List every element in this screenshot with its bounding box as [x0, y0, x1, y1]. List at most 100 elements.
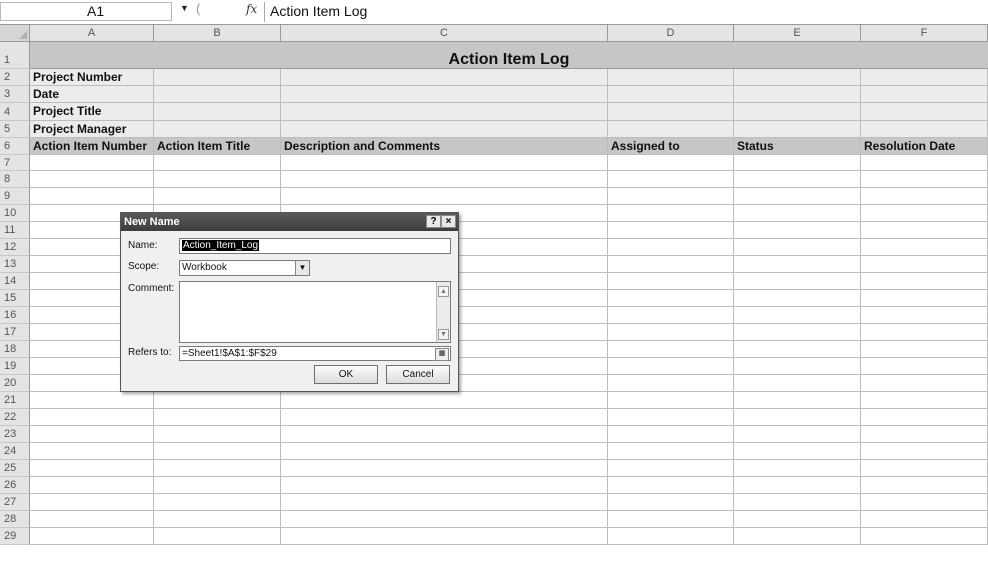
info-cell[interactable] [861, 69, 988, 86]
table-cell[interactable] [154, 494, 281, 511]
info-label[interactable]: Project Manager [30, 121, 154, 138]
table-cell[interactable] [281, 460, 608, 477]
row-header-26[interactable]: 26 [0, 477, 30, 494]
table-cell[interactable] [30, 477, 154, 494]
table-cell[interactable] [30, 443, 154, 460]
row-header-1[interactable]: 1 [0, 42, 30, 69]
table-cell[interactable] [281, 443, 608, 460]
table-cell[interactable] [608, 460, 734, 477]
table-cell[interactable] [608, 426, 734, 443]
table-cell[interactable] [154, 528, 281, 545]
info-cell[interactable] [281, 69, 608, 86]
table-cell[interactable] [281, 426, 608, 443]
name-box[interactable]: A1 [0, 2, 172, 21]
table-cell[interactable] [861, 307, 988, 324]
table-cell[interactable] [861, 290, 988, 307]
table-cell[interactable] [154, 188, 281, 205]
row-header-18[interactable]: 18 [0, 341, 30, 358]
table-cell[interactable] [30, 528, 154, 545]
select-all-corner[interactable] [0, 25, 30, 42]
table-cell[interactable] [861, 222, 988, 239]
table-cell[interactable] [608, 443, 734, 460]
table-cell[interactable] [861, 460, 988, 477]
table-cell[interactable] [861, 358, 988, 375]
info-cell[interactable] [608, 86, 734, 103]
table-cell[interactable] [734, 494, 861, 511]
column-title-cell[interactable]: Action Item Number [30, 138, 154, 155]
table-cell[interactable] [608, 494, 734, 511]
row-header-28[interactable]: 28 [0, 511, 30, 528]
table-cell[interactable] [861, 155, 988, 171]
table-cell[interactable] [608, 341, 734, 358]
table-cell[interactable] [861, 528, 988, 545]
table-cell[interactable] [734, 188, 861, 205]
table-cell[interactable] [861, 205, 988, 222]
table-cell[interactable] [861, 273, 988, 290]
table-cell[interactable] [734, 409, 861, 426]
formula-input[interactable]: Action Item Log [270, 2, 367, 20]
table-cell[interactable] [608, 477, 734, 494]
table-cell[interactable] [30, 494, 154, 511]
table-cell[interactable] [154, 409, 281, 426]
table-cell[interactable] [30, 426, 154, 443]
column-header-b[interactable]: B [154, 25, 281, 42]
table-cell[interactable] [861, 409, 988, 426]
column-title-cell[interactable]: Assigned to [608, 138, 734, 155]
table-cell[interactable] [608, 256, 734, 273]
row-header-23[interactable]: 23 [0, 426, 30, 443]
table-cell[interactable] [30, 460, 154, 477]
info-cell[interactable] [734, 103, 861, 121]
ok-button[interactable]: OK [314, 365, 378, 384]
info-cell[interactable] [154, 103, 281, 121]
table-cell[interactable] [734, 239, 861, 256]
table-cell[interactable] [734, 171, 861, 188]
table-cell[interactable] [861, 188, 988, 205]
table-cell[interactable] [608, 222, 734, 239]
info-cell[interactable] [861, 103, 988, 121]
info-cell[interactable] [861, 86, 988, 103]
comment-textarea[interactable]: ▲ ▼ [179, 281, 451, 343]
table-cell[interactable] [30, 155, 154, 171]
row-header-15[interactable]: 15 [0, 290, 30, 307]
table-cell[interactable] [734, 155, 861, 171]
row-header-21[interactable]: 21 [0, 392, 30, 409]
table-cell[interactable] [608, 239, 734, 256]
table-cell[interactable] [154, 426, 281, 443]
column-header-c[interactable]: C [281, 25, 608, 42]
info-cell[interactable] [281, 103, 608, 121]
name-input[interactable]: Action_Item_Log [179, 238, 451, 254]
table-cell[interactable] [734, 426, 861, 443]
table-cell[interactable] [861, 171, 988, 188]
table-cell[interactable] [608, 155, 734, 171]
table-cell[interactable] [861, 392, 988, 409]
row-header-25[interactable]: 25 [0, 460, 30, 477]
table-cell[interactable] [30, 188, 154, 205]
table-cell[interactable] [608, 290, 734, 307]
formula-cancel-icon[interactable]: ( [196, 1, 200, 16]
table-cell[interactable] [608, 392, 734, 409]
table-cell[interactable] [734, 477, 861, 494]
table-cell[interactable] [154, 443, 281, 460]
table-cell[interactable] [281, 477, 608, 494]
table-cell[interactable] [734, 256, 861, 273]
table-cell[interactable] [281, 188, 608, 205]
table-cell[interactable] [734, 307, 861, 324]
table-cell[interactable] [608, 528, 734, 545]
row-header-6[interactable]: 6 [0, 138, 30, 155]
scroll-down-icon[interactable]: ▼ [438, 329, 449, 340]
table-cell[interactable] [281, 409, 608, 426]
table-cell[interactable] [734, 290, 861, 307]
table-cell[interactable] [30, 511, 154, 528]
table-cell[interactable] [861, 375, 988, 392]
column-title-cell[interactable]: Action Item Title [154, 138, 281, 155]
row-header-24[interactable]: 24 [0, 443, 30, 460]
table-cell[interactable] [861, 426, 988, 443]
info-cell[interactable] [734, 121, 861, 138]
column-title-cell[interactable]: Status [734, 138, 861, 155]
row-header-16[interactable]: 16 [0, 307, 30, 324]
info-cell[interactable] [154, 69, 281, 86]
column-title-cell[interactable]: Resolution Date [861, 138, 988, 155]
table-cell[interactable] [861, 443, 988, 460]
table-cell[interactable] [154, 171, 281, 188]
table-cell[interactable] [734, 324, 861, 341]
